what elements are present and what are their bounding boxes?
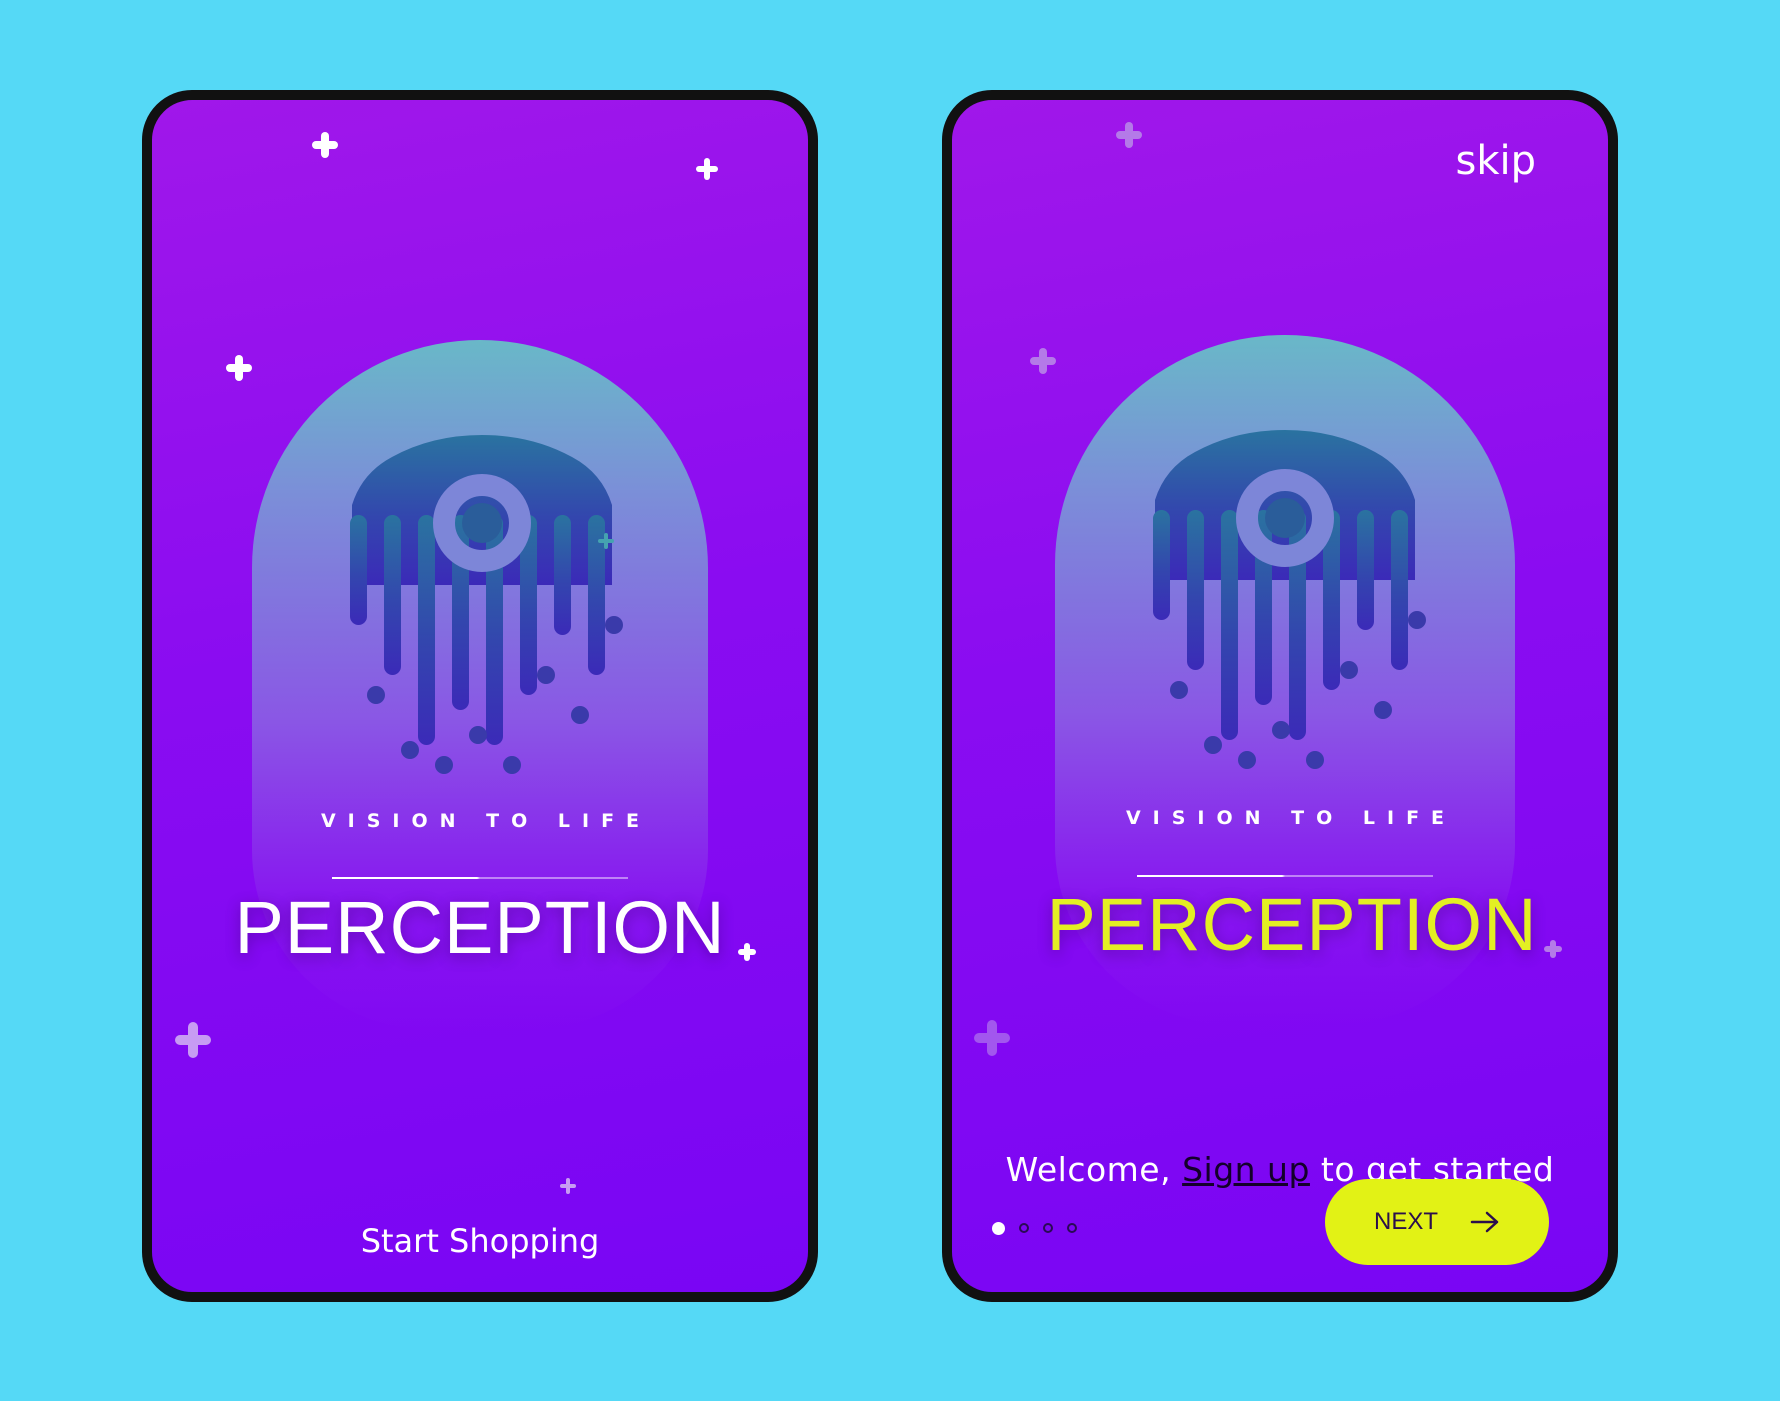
pagination-dots: [992, 1222, 1077, 1235]
skip-button[interactable]: skip: [1455, 138, 1536, 184]
plus-sparkle-icon: [560, 1178, 576, 1194]
arrow-right-icon: [1470, 1211, 1499, 1233]
onboarding-screen: skip VISION TO LIFE PERCEPTION Welcome, …: [942, 90, 1618, 1302]
divider: [1137, 875, 1433, 877]
start-shopping-button[interactable]: Start Shopping: [152, 1222, 808, 1260]
next-button[interactable]: NEXT: [1325, 1179, 1549, 1265]
brand-title: PERCEPTION: [234, 886, 726, 969]
plus-sparkle-icon: [175, 1022, 211, 1058]
jellyfish-eye-logo-icon: [1153, 430, 1426, 769]
plus-sparkle-icon: [1030, 348, 1056, 374]
pagination-dot-3[interactable]: [1043, 1223, 1053, 1233]
plus-sparkle-icon: [226, 355, 252, 381]
pagination-dot-2[interactable]: [1019, 1223, 1029, 1233]
plus-sparkle-icon: [312, 132, 338, 158]
next-label: NEXT: [1373, 1208, 1438, 1235]
jellyfish-eye-logo-icon: [350, 435, 623, 774]
splash-screen: VISION TO LIFE PERCEPTION Start Shopping: [142, 90, 818, 1302]
tagline: VISION TO LIFE: [1125, 807, 1457, 829]
sign-up-link[interactable]: Sign up: [1182, 1150, 1310, 1189]
brand-title: PERCEPTION: [1046, 883, 1538, 966]
welcome-prefix: Welcome,: [1005, 1150, 1183, 1189]
pagination-dot-1[interactable]: [992, 1222, 1005, 1235]
plus-sparkle-icon: [696, 158, 718, 180]
plus-sparkle-icon: [598, 533, 614, 549]
pagination-dot-4[interactable]: [1067, 1223, 1077, 1233]
plus-sparkle-icon: [1116, 122, 1142, 148]
plus-sparkle-icon: [974, 1020, 1010, 1056]
tagline: VISION TO LIFE: [320, 810, 652, 832]
divider: [332, 877, 628, 879]
